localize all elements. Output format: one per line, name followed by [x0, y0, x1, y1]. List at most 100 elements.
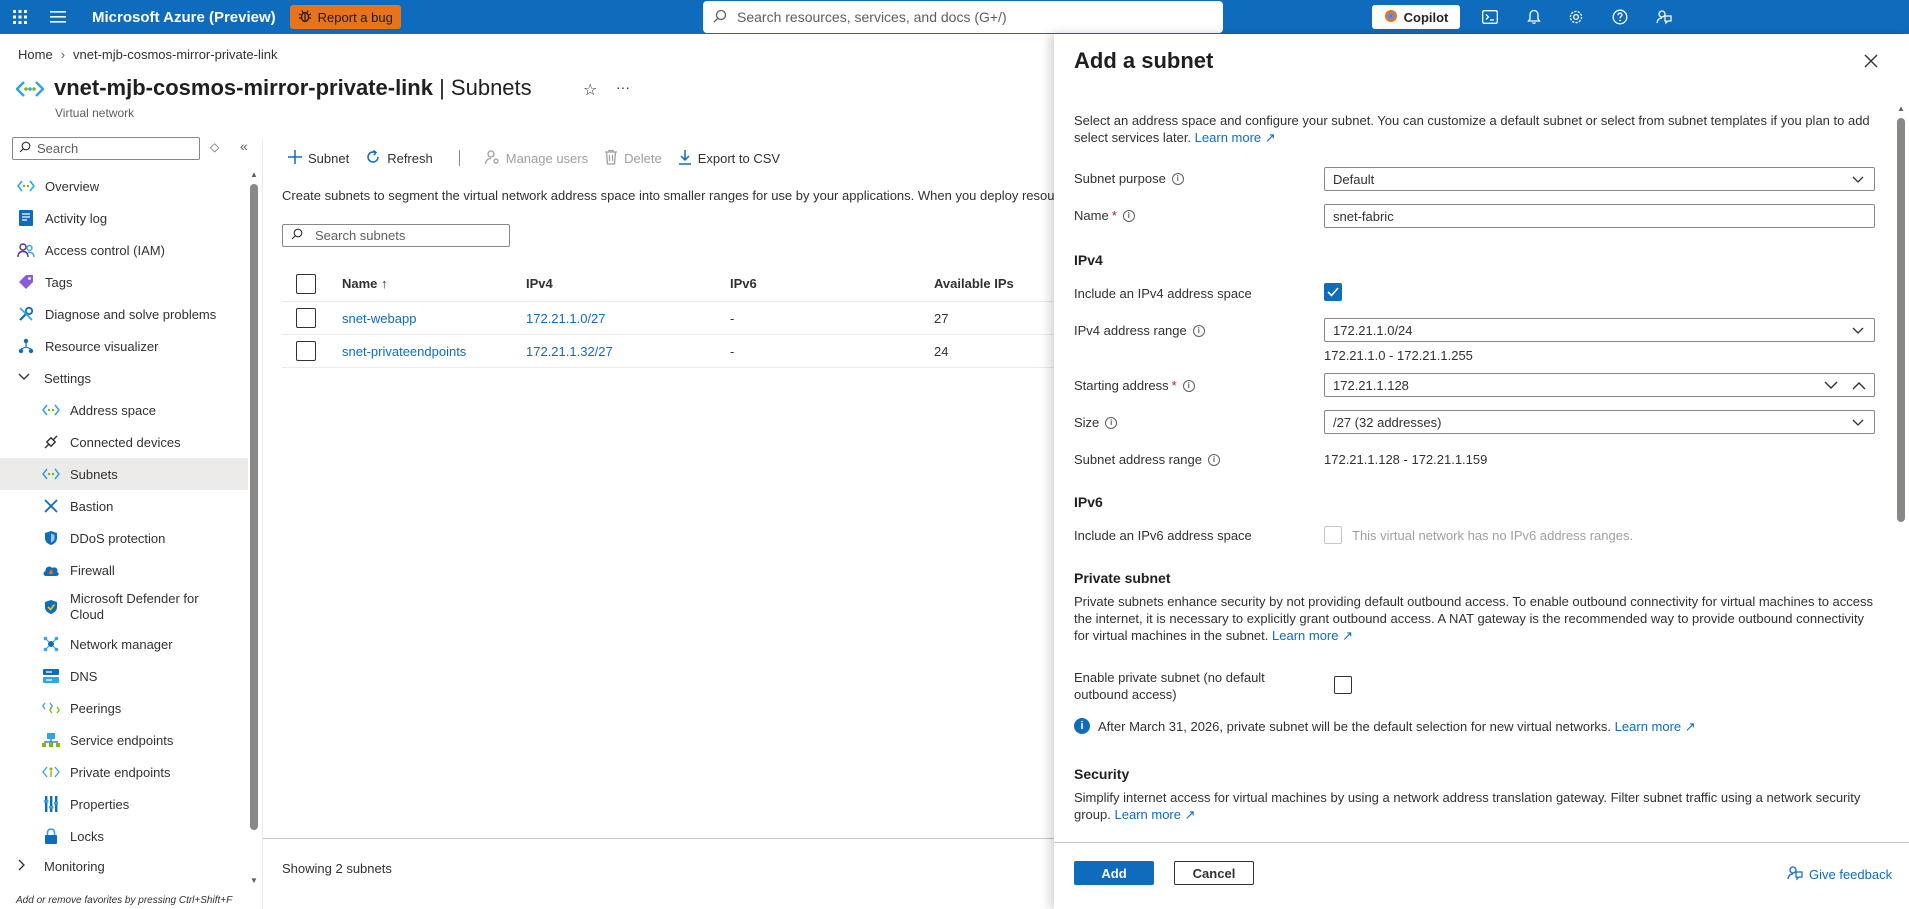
- nav-item-activity-log[interactable]: Activity log: [0, 202, 248, 234]
- scrollbar-thumb[interactable]: [250, 184, 258, 830]
- nav-item-iam[interactable]: Access control (IAM): [0, 234, 248, 266]
- info-icon[interactable]: i: [1192, 324, 1205, 337]
- breadcrumb-current[interactable]: vnet-mjb-cosmos-mirror-private-link: [73, 47, 277, 62]
- notifications-icon[interactable]: [1522, 5, 1546, 29]
- collapse-menu-icon[interactable]: «: [240, 138, 248, 154]
- nav-item-locks[interactable]: Locks: [0, 820, 248, 852]
- nav-item-peerings[interactable]: Peerings: [0, 692, 248, 724]
- subnet-name-link[interactable]: snet-privateendpoints: [342, 344, 466, 359]
- include-ipv6-checkbox[interactable]: [1324, 526, 1342, 544]
- resource-menu-scrollbar[interactable]: ▲ ▼: [250, 170, 258, 885]
- nav-item-subnets[interactable]: Subnets: [0, 458, 248, 490]
- nav-item-overview[interactable]: Overview: [0, 170, 248, 202]
- more-options-icon[interactable]: ···: [616, 79, 630, 95]
- size-dropdown[interactable]: /27 (32 addresses): [1324, 410, 1875, 434]
- search-icon: [19, 141, 31, 156]
- learn-more-link[interactable]: Learn more ↗: [1272, 628, 1353, 643]
- nav-item-defender[interactable]: Microsoft Defender for Cloud: [0, 586, 248, 628]
- subnet-name-link[interactable]: snet-webapp: [342, 311, 416, 326]
- report-bug-button[interactable]: Report a bug: [289, 5, 401, 29]
- increment-chevron-up-icon[interactable]: [1852, 378, 1866, 393]
- manage-users-icon: [484, 149, 500, 168]
- subnet-purpose-dropdown[interactable]: Default: [1324, 167, 1875, 191]
- add-subnet-button[interactable]: Subnet: [288, 149, 349, 167]
- subnet-ipv4-link[interactable]: 172.21.1.0/27: [526, 311, 606, 326]
- select-all-checkbox[interactable]: [296, 273, 316, 294]
- subnet-ipv6: -: [730, 310, 735, 326]
- help-icon[interactable]: [1608, 5, 1632, 29]
- cloud-shell-icon[interactable]: [1478, 5, 1502, 29]
- settings-gear-icon[interactable]: [1564, 5, 1588, 29]
- close-icon[interactable]: [1864, 48, 1878, 74]
- info-icon[interactable]: i: [1171, 172, 1184, 185]
- breadcrumb-home[interactable]: Home: [18, 47, 53, 62]
- add-button[interactable]: Add: [1074, 861, 1154, 885]
- enable-private-subnet-checkbox[interactable]: [1334, 676, 1352, 694]
- nav-item-bastion[interactable]: Bastion: [0, 490, 248, 522]
- nav-item-service-endpoints[interactable]: Service endpoints: [0, 724, 248, 756]
- scroll-down-icon[interactable]: ▼: [250, 876, 258, 885]
- favorite-star-icon[interactable]: ☆: [583, 80, 597, 100]
- row-checkbox[interactable]: [296, 308, 316, 328]
- report-bug-label: Report a bug: [317, 9, 393, 25]
- learn-more-link[interactable]: Learn more ↗: [1615, 719, 1696, 734]
- nav-item-visualizer[interactable]: Resource visualizer: [0, 330, 248, 362]
- starting-address-input[interactable]: 172.21.1.128: [1324, 373, 1875, 397]
- subnets-description: Create subnets to segment the virtual ne…: [282, 188, 1054, 203]
- nav-item-private-endpoints[interactable]: Private endpoints: [0, 756, 248, 788]
- nav-item-properties[interactable]: Properties: [0, 788, 248, 820]
- nav-group-settings[interactable]: Settings: [0, 362, 248, 394]
- ipv4-range-dropdown[interactable]: 172.21.1.0/24: [1324, 318, 1875, 342]
- learn-more-link[interactable]: Learn more ↗: [1115, 807, 1196, 822]
- copilot-button[interactable]: Copilot: [1372, 5, 1460, 29]
- cancel-button[interactable]: Cancel: [1174, 861, 1254, 885]
- nav-item-network-manager[interactable]: Network manager: [0, 628, 248, 660]
- column-header-ipv6[interactable]: IPv6: [730, 276, 757, 291]
- nav-item-address-space[interactable]: Address space: [0, 394, 248, 426]
- feedback-icon[interactable]: [1652, 5, 1676, 29]
- nav-group-monitoring[interactable]: Monitoring: [0, 852, 248, 880]
- delete-button[interactable]: Delete: [604, 149, 662, 168]
- row-checkbox[interactable]: [296, 341, 316, 361]
- subnet-name-input[interactable]: snet-fabric: [1324, 204, 1875, 228]
- name-label: Name * i: [1074, 208, 1135, 223]
- column-header-ipv4[interactable]: IPv4: [526, 276, 553, 291]
- global-search-input[interactable]: Search resources, services, and docs (G+…: [703, 1, 1223, 33]
- nav-item-firewall[interactable]: Firewall: [0, 554, 248, 586]
- portal-brand[interactable]: Microsoft Azure (Preview): [92, 9, 276, 26]
- include-ipv4-checkbox[interactable]: [1324, 283, 1342, 301]
- export-csv-button[interactable]: Export to CSV: [678, 149, 780, 168]
- info-icon[interactable]: i: [1207, 453, 1220, 466]
- give-feedback-link[interactable]: Give feedback: [1787, 865, 1892, 884]
- panel-scrollbar[interactable]: ▲ ▼: [1897, 104, 1905, 872]
- decrement-chevron-down-icon[interactable]: [1824, 378, 1838, 393]
- nav-item-tags[interactable]: Tags: [0, 266, 248, 298]
- nav-item-label: Activity log: [45, 210, 108, 226]
- private-subnet-notice: After March 31, 2026, private subnet wil…: [1098, 719, 1696, 735]
- manage-users-button[interactable]: Manage users: [484, 149, 588, 168]
- nav-item-diagnose[interactable]: Diagnose and solve problems: [0, 298, 248, 330]
- nav-item-ddos[interactable]: DDoS protection: [0, 522, 248, 554]
- app-launcher-icon[interactable]: [0, 0, 40, 34]
- subnet-search-input[interactable]: Search subnets: [282, 224, 510, 247]
- scroll-up-icon[interactable]: ▲: [1897, 104, 1905, 113]
- external-link-icon: ↗: [1684, 719, 1696, 734]
- nav-item-dns[interactable]: DNS: [0, 660, 248, 692]
- subnet-ipv4-link[interactable]: 172.21.1.32/27: [526, 344, 613, 359]
- column-header-available-ips[interactable]: Available IPs: [934, 276, 1014, 291]
- resource-menu-search-input[interactable]: Search: [12, 137, 200, 160]
- info-icon[interactable]: i: [1182, 379, 1195, 392]
- refresh-button[interactable]: Refresh: [365, 149, 433, 168]
- column-header-name[interactable]: Name ↑: [342, 276, 388, 291]
- nav-item-label: Service endpoints: [70, 732, 174, 748]
- expand-collapse-icon[interactable]: ◇: [210, 140, 219, 154]
- scroll-up-icon[interactable]: ▲: [250, 170, 258, 179]
- info-icon[interactable]: i: [1122, 209, 1135, 222]
- portal-menu-icon[interactable]: [40, 0, 76, 34]
- learn-more-link[interactable]: Learn more ↗: [1195, 130, 1276, 145]
- scrollbar-thumb[interactable]: [1897, 118, 1905, 522]
- nav-item-connected-devices[interactable]: Connected devices: [0, 426, 248, 458]
- info-icon[interactable]: i: [1105, 416, 1118, 429]
- external-link-icon: ↗: [1342, 628, 1354, 643]
- command-bar: Subnet Refresh Manage users Delete Expor…: [288, 147, 796, 169]
